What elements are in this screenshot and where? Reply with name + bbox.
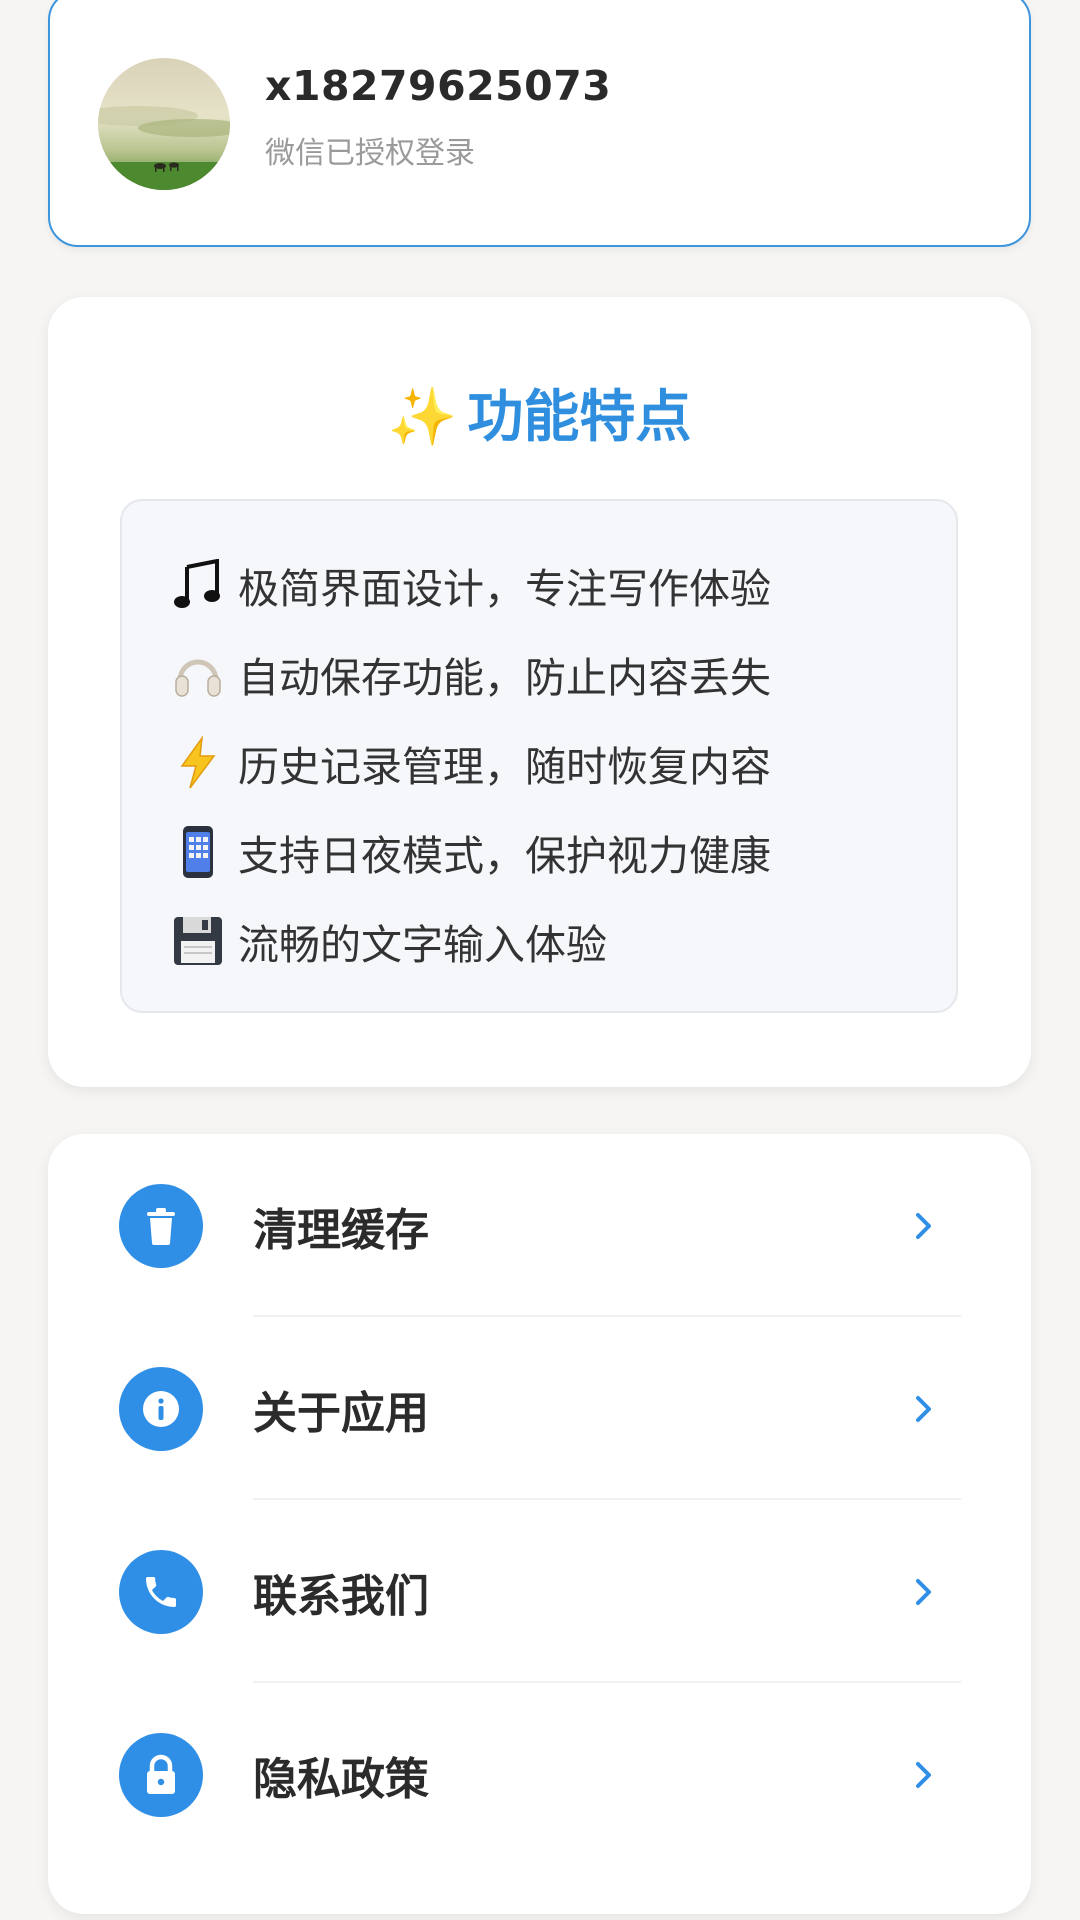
settings-menu: 清理缓存 关于应用 联系我们 隐私政策 [48,1134,1031,1914]
landscape-avatar-icon [98,58,230,190]
mobile-phone-icon [170,824,226,880]
lightning-icon [170,735,226,791]
feature-text: 极简界面设计，专注写作体验 [238,565,771,613]
headphones-icon [170,646,226,702]
chevron-right-icon [916,1212,931,1239]
chevron-right-icon [916,1761,931,1788]
info-icon [119,1366,203,1451]
menu-item-clear-cache[interactable]: 清理缓存 [48,1134,1031,1317]
profile-card[interactable]: x18279625073 微信已授权登录 [48,0,1031,247]
trash-icon [119,1183,203,1268]
menu-label: 关于应用 [253,1387,429,1439]
floppy-disk-icon [170,913,226,969]
feature-text: 历史记录管理，随时恢复内容 [238,743,771,791]
feature-item: 极简界面设计，专注写作体验 [170,555,771,615]
username: x18279625073 [265,62,612,110]
menu-label: 隐私政策 [253,1753,429,1805]
feature-text: 支持日夜模式，保护视力健康 [238,832,771,880]
features-list: 极简界面设计，专注写作体验 自动保存功能，防止内容丢失 历史记录管理，随时恢复内… [120,499,958,1013]
menu-label: 清理缓存 [253,1204,429,1256]
feature-text: 流畅的文字输入体验 [238,921,607,969]
feature-item: 自动保存功能，防止内容丢失 [170,644,771,704]
sparkles-icon: ✨ [387,385,458,450]
user-avatar[interactable] [98,58,230,190]
feature-item: 流畅的文字输入体验 [170,911,607,971]
chevron-right-icon [916,1578,931,1605]
feature-text: 自动保存功能，防止内容丢失 [238,654,771,702]
feature-item: 支持日夜模式，保护视力健康 [170,822,771,882]
menu-item-contact-us[interactable]: 联系我们 [48,1500,1031,1683]
menu-item-about-app[interactable]: 关于应用 [48,1317,1031,1500]
features-card: ✨ 功能特点 极简界面设计，专注写作体验 自动保存功能，防止内容丢失 历史记录管… [48,297,1031,1087]
features-heading: ✨ 功能特点 [48,372,1031,453]
music-note-icon [170,557,226,613]
chevron-right-icon [916,1395,931,1422]
menu-label: 联系我们 [253,1570,429,1622]
menu-item-privacy-policy[interactable]: 隐私政策 [48,1683,1031,1866]
phone-icon [119,1549,203,1634]
lock-icon [119,1732,203,1817]
login-status: 微信已授权登录 [265,136,475,171]
features-title: 功能特点 [467,385,692,450]
feature-item: 历史记录管理，随时恢复内容 [170,733,771,793]
